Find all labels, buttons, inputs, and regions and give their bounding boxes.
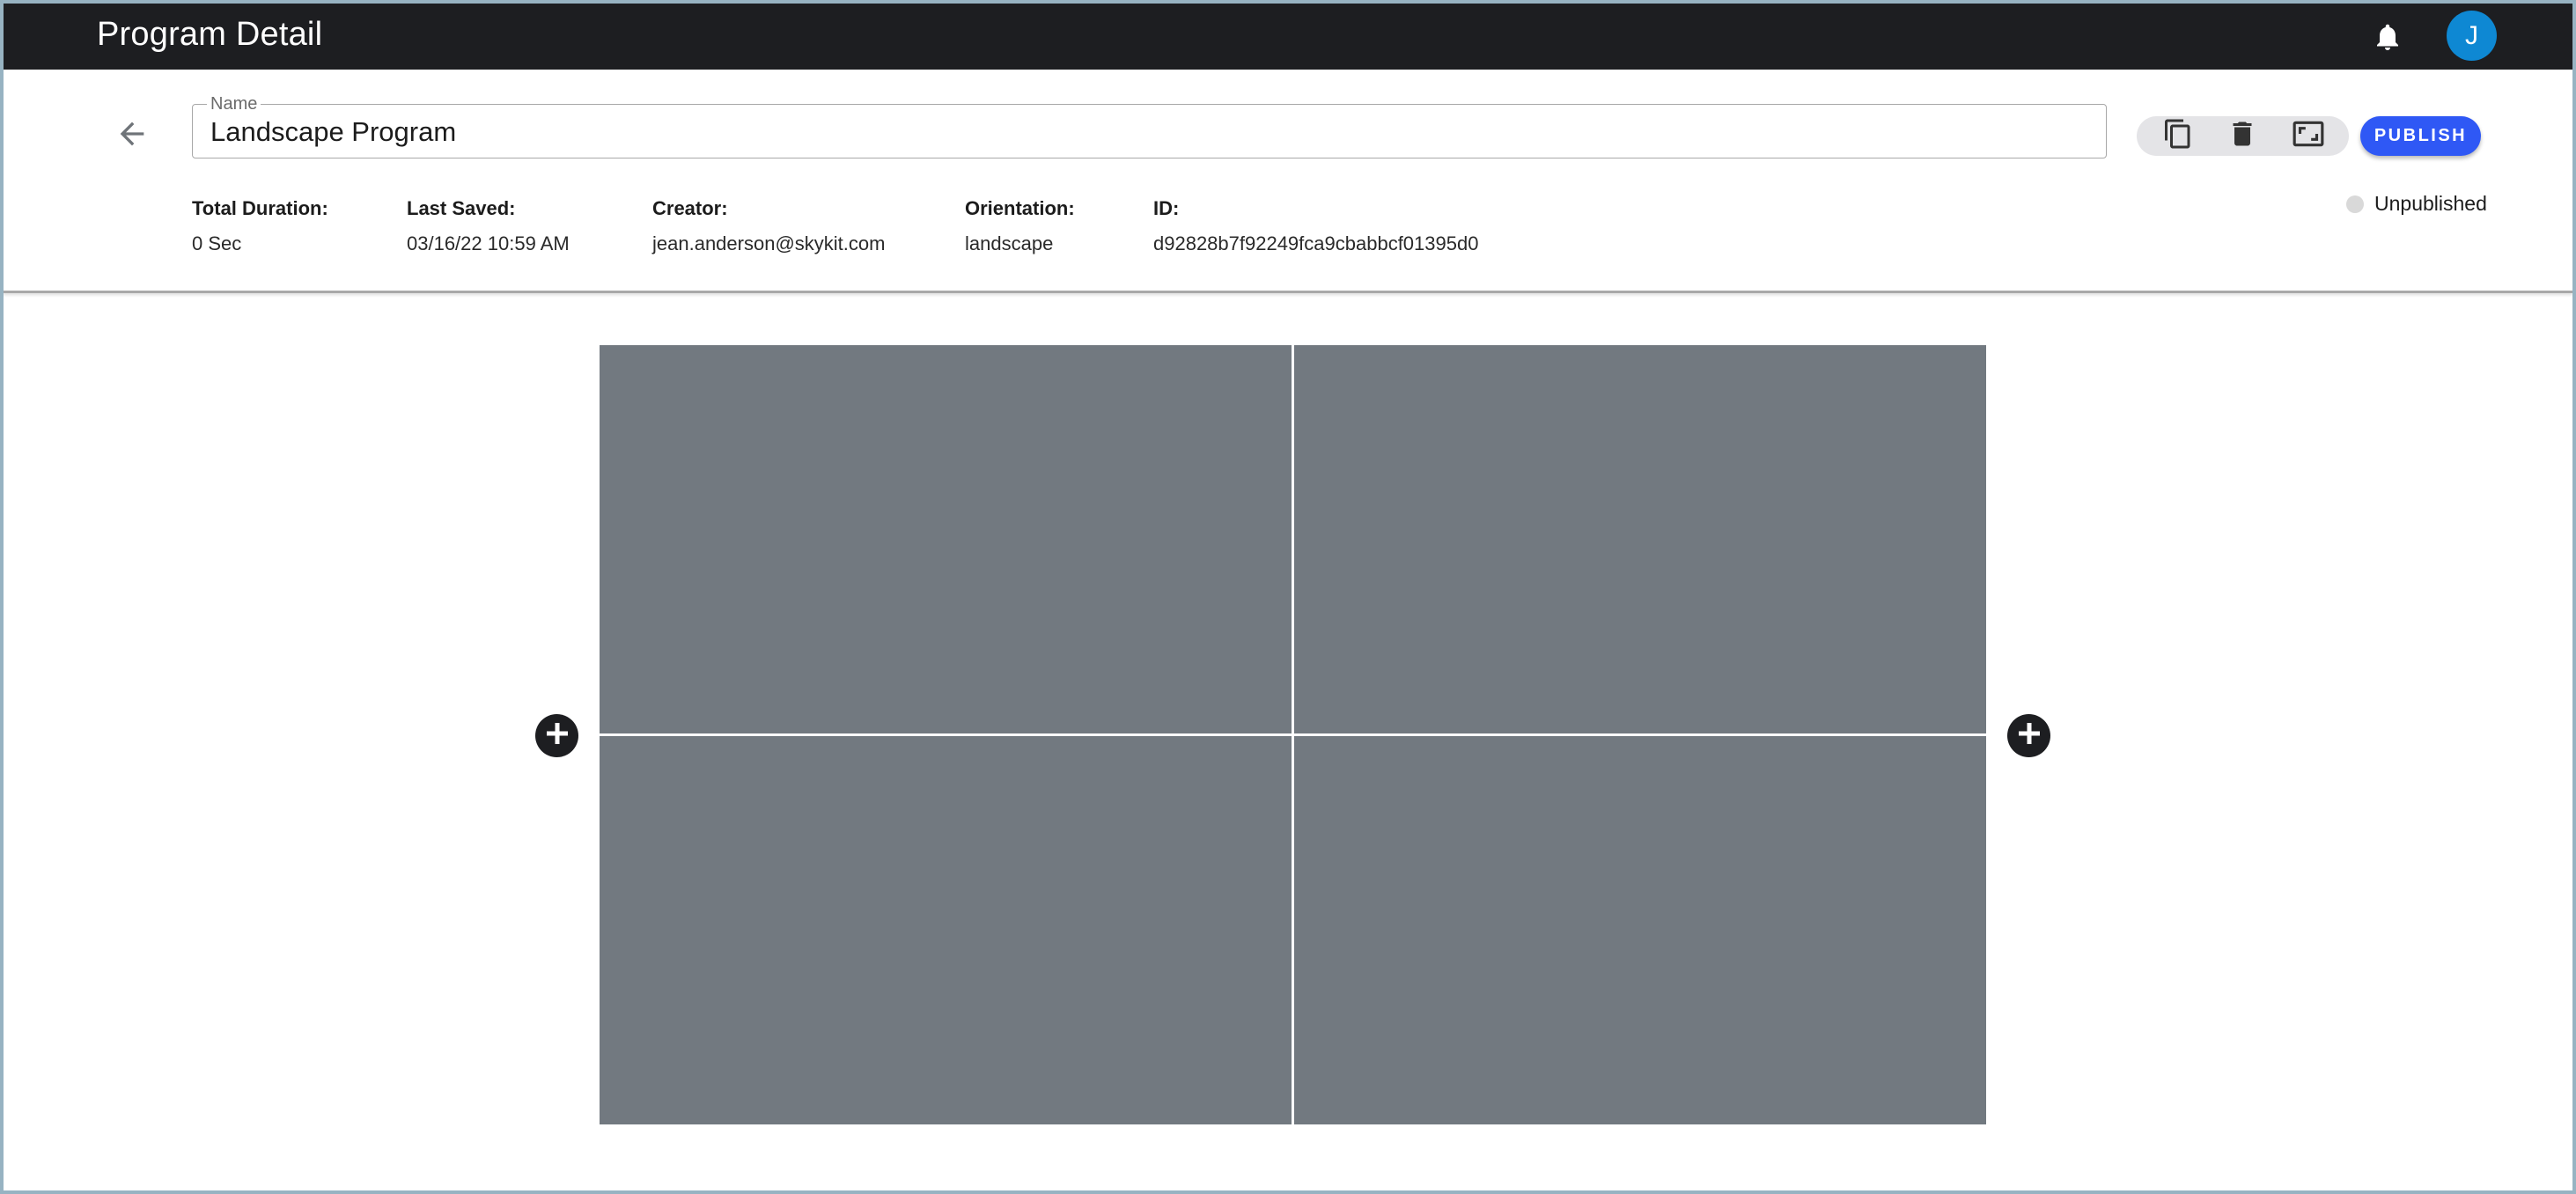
app-window: Program Detail J Name PUBLISH	[4, 4, 2572, 1190]
name-input[interactable]	[209, 112, 2087, 152]
meta-total-duration: Total Duration: 0 Sec	[192, 195, 328, 257]
header-divider	[4, 291, 2572, 293]
duplicate-button[interactable]	[2160, 118, 2196, 154]
name-field-label: Name	[207, 94, 261, 114]
meta-label: ID:	[1153, 197, 1180, 219]
add-zone-right-button[interactable]	[2007, 714, 2050, 757]
status-badge: Unpublished	[2346, 192, 2487, 216]
trash-icon	[2226, 118, 2258, 154]
meta-label: Orientation:	[965, 197, 1075, 219]
meta-value: 03/16/22 10:59 AM	[407, 232, 570, 254]
meta-id: ID: d92828b7f92249fca9cbabbcf01395d0	[1153, 195, 1478, 257]
layout-grid	[600, 345, 1986, 1124]
meta-creator: Creator: jean.anderson@skykit.com	[652, 195, 885, 257]
zone-top-right[interactable]	[1294, 345, 1986, 733]
meta-orientation: Orientation: landscape	[965, 195, 1075, 257]
app-bar: Program Detail J	[4, 4, 2572, 70]
meta-value: jean.anderson@skykit.com	[652, 232, 886, 254]
zone-bottom-left[interactable]	[600, 736, 1292, 1124]
plus-circle-icon	[546, 722, 569, 749]
fullscreen-button[interactable]	[2291, 120, 2326, 152]
bell-icon[interactable]	[2372, 21, 2403, 53]
meta-last-saved: Last Saved: 03/16/22 10:59 AM	[407, 195, 570, 257]
program-actions-toolbar	[2137, 116, 2349, 156]
aspect-ratio-icon	[2292, 117, 2325, 155]
zone-bottom-right[interactable]	[1294, 736, 1986, 1124]
delete-button[interactable]	[2225, 120, 2260, 152]
meta-value: landscape	[965, 232, 1054, 254]
avatar[interactable]: J	[2447, 11, 2497, 61]
zone-top-left[interactable]	[600, 345, 1292, 733]
page-title: Program Detail	[97, 16, 323, 53]
add-zone-left-button[interactable]	[535, 714, 578, 757]
plus-circle-icon	[2018, 722, 2041, 749]
name-field[interactable]: Name	[192, 94, 2107, 158]
meta-label: Last Saved:	[407, 197, 516, 219]
meta-label: Total Duration:	[192, 197, 328, 219]
copy-icon	[2162, 118, 2194, 154]
meta-label: Creator:	[652, 197, 728, 219]
meta-value: 0 Sec	[192, 232, 242, 254]
publish-button[interactable]: PUBLISH	[2360, 116, 2481, 156]
status-label: Unpublished	[2374, 192, 2487, 215]
meta-value: d92828b7f92249fca9cbabbcf01395d0	[1153, 232, 1479, 254]
arrow-left-icon[interactable]	[114, 116, 150, 151]
status-dot	[2346, 195, 2364, 213]
